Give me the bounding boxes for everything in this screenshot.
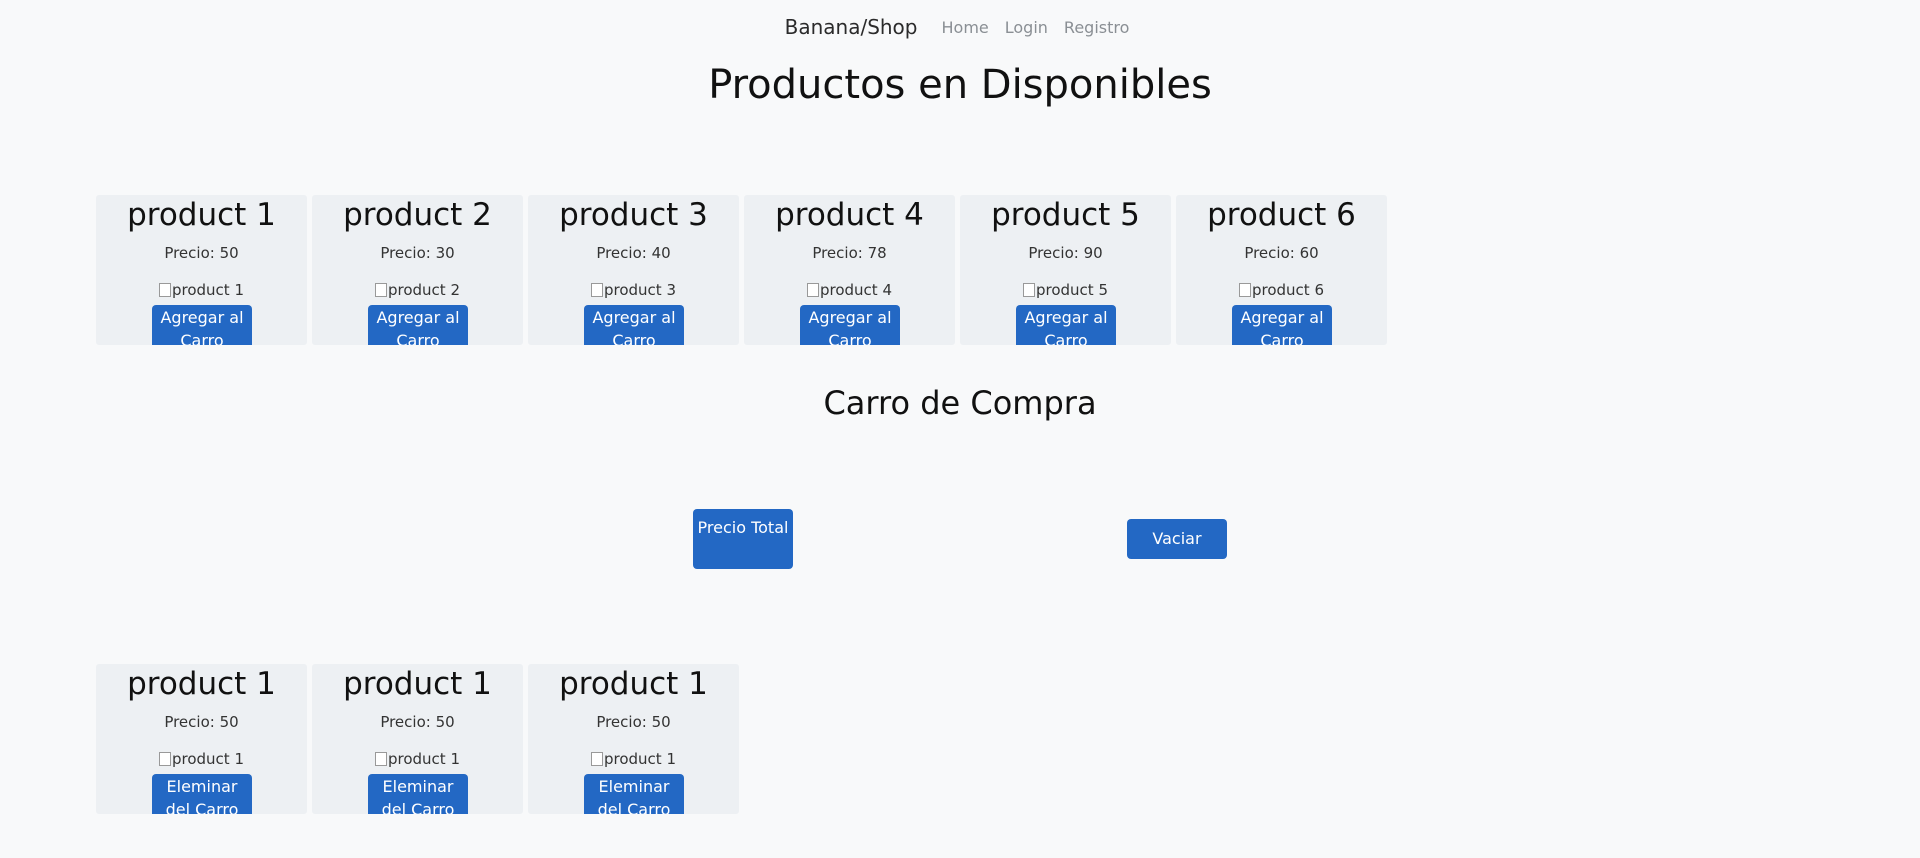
product-card: product 1 Precio: 50 product 1 Agregar a… xyxy=(96,195,307,345)
broken-image-icon xyxy=(374,283,387,297)
product-image: product 1 xyxy=(158,281,244,299)
product-price: Precio: 50 xyxy=(164,244,239,262)
product-card: product 3 Precio: 40 product 3 Agregar a… xyxy=(528,195,739,345)
product-image-alt: product 5 xyxy=(1035,281,1108,299)
add-to-cart-button[interactable]: Agregar al Carro xyxy=(368,305,468,345)
product-image: product 6 xyxy=(1238,281,1324,299)
product-image: product 3 xyxy=(590,281,676,299)
product-price: Precio: 30 xyxy=(380,244,455,262)
brand-link[interactable]: Banana/Shop xyxy=(785,15,918,39)
broken-image-icon xyxy=(806,283,819,297)
add-to-cart-button[interactable]: Agregar al Carro xyxy=(1232,305,1332,345)
product-image-alt: product 3 xyxy=(603,281,676,299)
cart-item-price: Precio: 50 xyxy=(164,713,239,731)
product-price: Precio: 40 xyxy=(596,244,671,262)
cart-item-name: product 1 xyxy=(559,666,708,702)
cart-item-name: product 1 xyxy=(127,666,276,702)
total-price-button[interactable]: Precio Total xyxy=(693,509,793,569)
product-name: product 3 xyxy=(559,197,708,233)
cart-item-card: product 1 Precio: 50 product 1 Eleminar … xyxy=(312,664,523,814)
navbar-content: Banana/Shop Home Login Registro xyxy=(785,15,1146,39)
navbar: Banana/Shop Home Login Registro xyxy=(0,0,1920,54)
remove-from-cart-button[interactable]: Eleminar del Carro xyxy=(368,774,468,814)
add-to-cart-button[interactable]: Agregar al Carro xyxy=(584,305,684,345)
cart-title: Carro de Compra xyxy=(823,384,1097,422)
broken-image-icon xyxy=(158,283,171,297)
cart-item-price: Precio: 50 xyxy=(380,713,455,731)
cart-item-name: product 1 xyxy=(343,666,492,702)
product-image: product 2 xyxy=(374,281,460,299)
product-list: product 1 Precio: 50 product 1 Agregar a… xyxy=(96,195,1392,345)
cart-item-image-alt: product 1 xyxy=(603,750,676,768)
product-card: product 5 Precio: 90 product 5 Agregar a… xyxy=(960,195,1171,345)
cart-item-image: product 1 xyxy=(374,750,460,768)
product-image-alt: product 2 xyxy=(387,281,460,299)
product-name: product 4 xyxy=(775,197,924,233)
product-price: Precio: 78 xyxy=(812,244,887,262)
cart-item-card: product 1 Precio: 50 product 1 Eleminar … xyxy=(528,664,739,814)
cart-item-list: product 1 Precio: 50 product 1 Eleminar … xyxy=(96,664,744,814)
empty-cart-button[interactable]: Vaciar xyxy=(1127,519,1227,559)
product-image-alt: product 6 xyxy=(1251,281,1324,299)
cart-item-image-alt: product 1 xyxy=(387,750,460,768)
product-name: product 6 xyxy=(1207,197,1356,233)
page-title: Productos en Disponibles xyxy=(708,62,1212,108)
nav-link-registro[interactable]: Registro xyxy=(1064,18,1129,37)
product-card: product 6 Precio: 60 product 6 Agregar a… xyxy=(1176,195,1387,345)
add-to-cart-button[interactable]: Agregar al Carro xyxy=(152,305,252,345)
cart-item-card: product 1 Precio: 50 product 1 Eleminar … xyxy=(96,664,307,814)
cart-item-price: Precio: 50 xyxy=(596,713,671,731)
product-name: product 2 xyxy=(343,197,492,233)
broken-image-icon xyxy=(158,752,171,766)
add-to-cart-button[interactable]: Agregar al Carro xyxy=(1016,305,1116,345)
product-image-alt: product 4 xyxy=(819,281,892,299)
nav-link-login[interactable]: Login xyxy=(1005,18,1048,37)
add-to-cart-button[interactable]: Agregar al Carro xyxy=(800,305,900,345)
broken-image-icon xyxy=(590,752,603,766)
product-price: Precio: 90 xyxy=(1028,244,1103,262)
cart-item-image-alt: product 1 xyxy=(171,750,244,768)
remove-from-cart-button[interactable]: Eleminar del Carro xyxy=(152,774,252,814)
remove-from-cart-button[interactable]: Eleminar del Carro xyxy=(584,774,684,814)
broken-image-icon xyxy=(590,283,603,297)
product-image-alt: product 1 xyxy=(171,281,244,299)
cart-item-image: product 1 xyxy=(158,750,244,768)
broken-image-icon xyxy=(374,752,387,766)
product-image: product 5 xyxy=(1022,281,1108,299)
product-name: product 1 xyxy=(127,197,276,233)
broken-image-icon xyxy=(1238,283,1251,297)
cart-item-image: product 1 xyxy=(590,750,676,768)
product-card: product 2 Precio: 30 product 2 Agregar a… xyxy=(312,195,523,345)
product-card: product 4 Precio: 78 product 4 Agregar a… xyxy=(744,195,955,345)
product-price: Precio: 60 xyxy=(1244,244,1319,262)
product-image: product 4 xyxy=(806,281,892,299)
broken-image-icon xyxy=(1022,283,1035,297)
nav-link-home[interactable]: Home xyxy=(942,18,989,37)
product-name: product 5 xyxy=(991,197,1140,233)
